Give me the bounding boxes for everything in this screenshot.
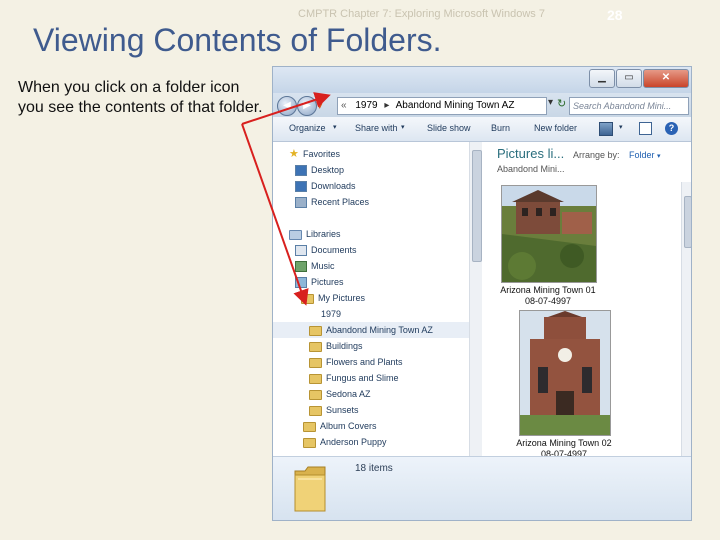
breadcrumb-folder[interactable]: Abandond Mining Town AZ	[396, 100, 515, 111]
nav-item-sunsets[interactable]: Sunsets	[309, 402, 359, 418]
burn-button[interactable]: Burn	[491, 123, 510, 133]
library-icon	[289, 229, 302, 240]
file-list-pane: Pictures li... Abandond Mini... Arrange …	[483, 142, 681, 456]
nav-item-abandond-mining-town[interactable]: Abandond Mining Town AZ	[273, 322, 469, 338]
library-title: Pictures li...	[497, 146, 565, 161]
slide-header: CMPTR Chapter 7: Exploring Microsoft Win…	[298, 8, 545, 20]
slide-show-button[interactable]: Slide show	[427, 123, 471, 133]
breadcrumb-1979[interactable]: 1979	[355, 100, 377, 111]
photo-date-2: 08-07-4997	[540, 449, 588, 456]
photo-caption-2: Arizona Mining Town 02	[516, 438, 612, 448]
star-icon: ★	[289, 148, 299, 161]
folder-large-icon	[294, 466, 326, 512]
nav-item-documents[interactable]: Documents	[295, 242, 357, 258]
mining-town-photo-1	[502, 186, 596, 282]
views-dropdown-icon[interactable]: ▾	[619, 123, 623, 131]
organize-button[interactable]: Organize	[289, 123, 326, 133]
share-dropdown-icon[interactable]: ▾	[401, 123, 405, 131]
nav-item-flowers-and-plants[interactable]: Flowers and Plants	[309, 354, 403, 370]
nav-item-downloads[interactable]: Downloads	[295, 178, 356, 194]
nav-scrollbar[interactable]	[469, 142, 482, 456]
organize-dropdown-icon[interactable]: ▾	[333, 123, 337, 131]
arrange-dropdown-icon[interactable]: ▾	[657, 153, 661, 160]
downloads-icon	[295, 181, 307, 193]
new-folder-button[interactable]: New folder	[534, 123, 577, 133]
nav-item-my-pictures[interactable]: My Pictures	[301, 290, 365, 306]
forward-button[interactable]: ▶	[297, 96, 317, 116]
nav-item-favorites[interactable]: ★ Favorites	[289, 146, 340, 162]
nav-item-sedona-az[interactable]: Sedona AZ	[309, 386, 371, 402]
pictures-icon	[295, 277, 307, 289]
mining-town-photo-2	[520, 311, 610, 435]
refresh-icon[interactable]: ↻	[557, 97, 566, 110]
share-with-button[interactable]: Share with	[355, 123, 398, 133]
folder-icon	[303, 437, 316, 448]
nav-item-album-covers[interactable]: Album Covers	[303, 418, 377, 434]
minimize-button[interactable]: ▁	[589, 69, 615, 88]
slide-body: When you click on a folder icon you see …	[18, 79, 263, 116]
folder-icon	[309, 389, 322, 400]
nav-item-music[interactable]: Music	[295, 258, 335, 274]
folder-icon	[309, 357, 322, 368]
content-scrollbar[interactable]	[681, 182, 691, 456]
details-pane: 18 items	[273, 456, 691, 520]
folder-icon	[309, 373, 322, 384]
music-icon	[295, 261, 307, 273]
command-bar: Organize ▾ Share with ▾ Slide show Burn …	[273, 117, 691, 142]
page-number: 28	[607, 7, 623, 23]
library-subtitle: Abandond Mini...	[497, 164, 565, 174]
help-icon[interactable]: ?	[665, 122, 678, 135]
search-input[interactable]: Search Abandond Mini...	[569, 97, 689, 115]
search-placeholder: Search Abandond Mini...	[573, 101, 672, 111]
nav-item-libraries[interactable]: Libraries	[289, 226, 341, 242]
nav-item-1979[interactable]: 1979	[321, 306, 341, 322]
address-bar[interactable]: « 1979 ▸ Abandond Mining Town AZ	[337, 97, 547, 115]
photo-thumbnail-2[interactable]	[519, 310, 611, 436]
item-count: 18 items	[355, 463, 393, 474]
explorer-window: ▁ ▭ ✕ ◀ ▶ ▾ « 1979 ▸ Abandond Mining Tow…	[272, 66, 692, 521]
recent-places-icon	[295, 197, 307, 209]
documents-icon	[295, 245, 307, 257]
views-icon[interactable]	[599, 122, 613, 136]
address-bar-row: ◀ ▶ ▾ « 1979 ▸ Abandond Mining Town AZ ▾…	[273, 93, 691, 117]
back-button[interactable]: ◀	[277, 96, 297, 116]
preview-pane-icon[interactable]	[639, 122, 652, 135]
navigation-pane: ★ Favorites Desktop Downloads Recent Plac…	[273, 142, 481, 456]
photo-thumbnail-1[interactable]	[501, 185, 597, 283]
folder-icon	[309, 325, 322, 336]
content-scrollbar-thumb[interactable]	[684, 196, 691, 248]
folder-icon	[309, 405, 322, 416]
nav-item-recent-places[interactable]: Recent Places	[295, 194, 369, 210]
address-overflow-icon[interactable]: «	[341, 100, 347, 111]
folder-icon	[303, 421, 316, 432]
arrange-by-dropdown[interactable]: Folder ▾	[629, 150, 661, 160]
recent-pages-icon[interactable]: ▾	[317, 99, 323, 112]
dropdown-icon[interactable]: ▾	[548, 97, 553, 108]
photo-date-1: 08-07-4997	[524, 296, 572, 306]
breadcrumb-chevron-icon[interactable]: ▸	[384, 100, 389, 111]
folder-icon	[301, 293, 314, 304]
nav-item-fungus-and-slime[interactable]: Fungus and Slime	[309, 370, 399, 386]
arrange-by-label: Arrange by:	[573, 150, 620, 160]
photo-caption-1: Arizona Mining Town 01	[500, 285, 596, 295]
folder-icon	[309, 341, 322, 352]
slide-title: Viewing Contents of Folders.	[33, 22, 442, 58]
nav-item-buildings[interactable]: Buildings	[309, 338, 363, 354]
nav-item-anderson-puppy[interactable]: Anderson Puppy	[303, 434, 387, 450]
maximize-button[interactable]: ▭	[616, 69, 642, 88]
nav-scrollbar-thumb[interactable]	[472, 150, 482, 262]
desktop-icon	[295, 165, 307, 177]
nav-item-pictures[interactable]: Pictures	[295, 274, 344, 290]
title-bar[interactable]: ▁ ▭ ✕	[273, 67, 691, 93]
nav-item-desktop[interactable]: Desktop	[295, 162, 344, 178]
close-button[interactable]: ✕	[643, 69, 689, 88]
